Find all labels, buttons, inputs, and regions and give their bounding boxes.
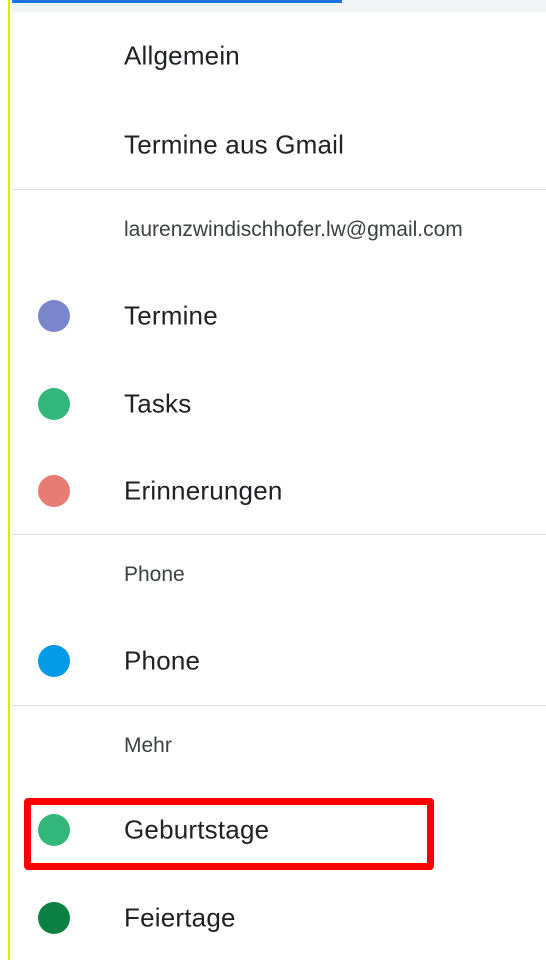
calendar-color-dot [38,475,70,507]
calendar-item-label: Phone [124,645,201,676]
calendar-item-label: Feiertage [124,902,236,933]
calendar-item-geburtstage[interactable]: Geburtstage [12,786,546,874]
calendar-item-label: Tasks [124,388,192,419]
calendar-item-feiertage[interactable]: Feiertage [12,874,546,962]
top-accent-line [12,0,342,3]
calendar-item-erinnerungen[interactable]: Erinnerungen [12,448,546,534]
left-edge-border [0,0,10,960]
calendar-item-label: Termine [124,300,218,331]
menu-item-label: Allgemein [124,40,240,71]
top-bar [12,0,546,12]
calendar-item-label: Erinnerungen [124,475,283,506]
section-header-label: Phone [124,563,185,586]
calendar-item-label: Geburtstage [124,814,270,845]
menu-item-general[interactable]: Allgemein [12,12,546,100]
calendar-color-dot [38,300,70,332]
menu-item-label: Termine aus Gmail [124,129,345,159]
menu-item-gmail-events[interactable]: Termine aus Gmail [12,100,546,189]
calendar-item-phone[interactable]: Phone [12,617,546,705]
calendar-item-tasks[interactable]: Tasks [12,360,546,448]
section-header-phone: Phone [12,535,546,617]
section-header-more: Mehr [12,706,546,786]
calendar-item-termine[interactable]: Termine [12,272,546,360]
calendar-color-dot [38,388,70,420]
calendar-color-dot [38,645,70,677]
settings-menu: Allgemein Termine aus Gmail laurenzwindi… [12,12,546,962]
calendar-color-dot [38,814,70,846]
section-header-account: laurenzwindischhofer.lw@gmail.com [12,190,546,272]
section-header-label: Mehr [124,734,172,757]
calendar-color-dot [38,902,70,934]
account-email-label: laurenzwindischhofer.lw@gmail.com [124,218,463,241]
